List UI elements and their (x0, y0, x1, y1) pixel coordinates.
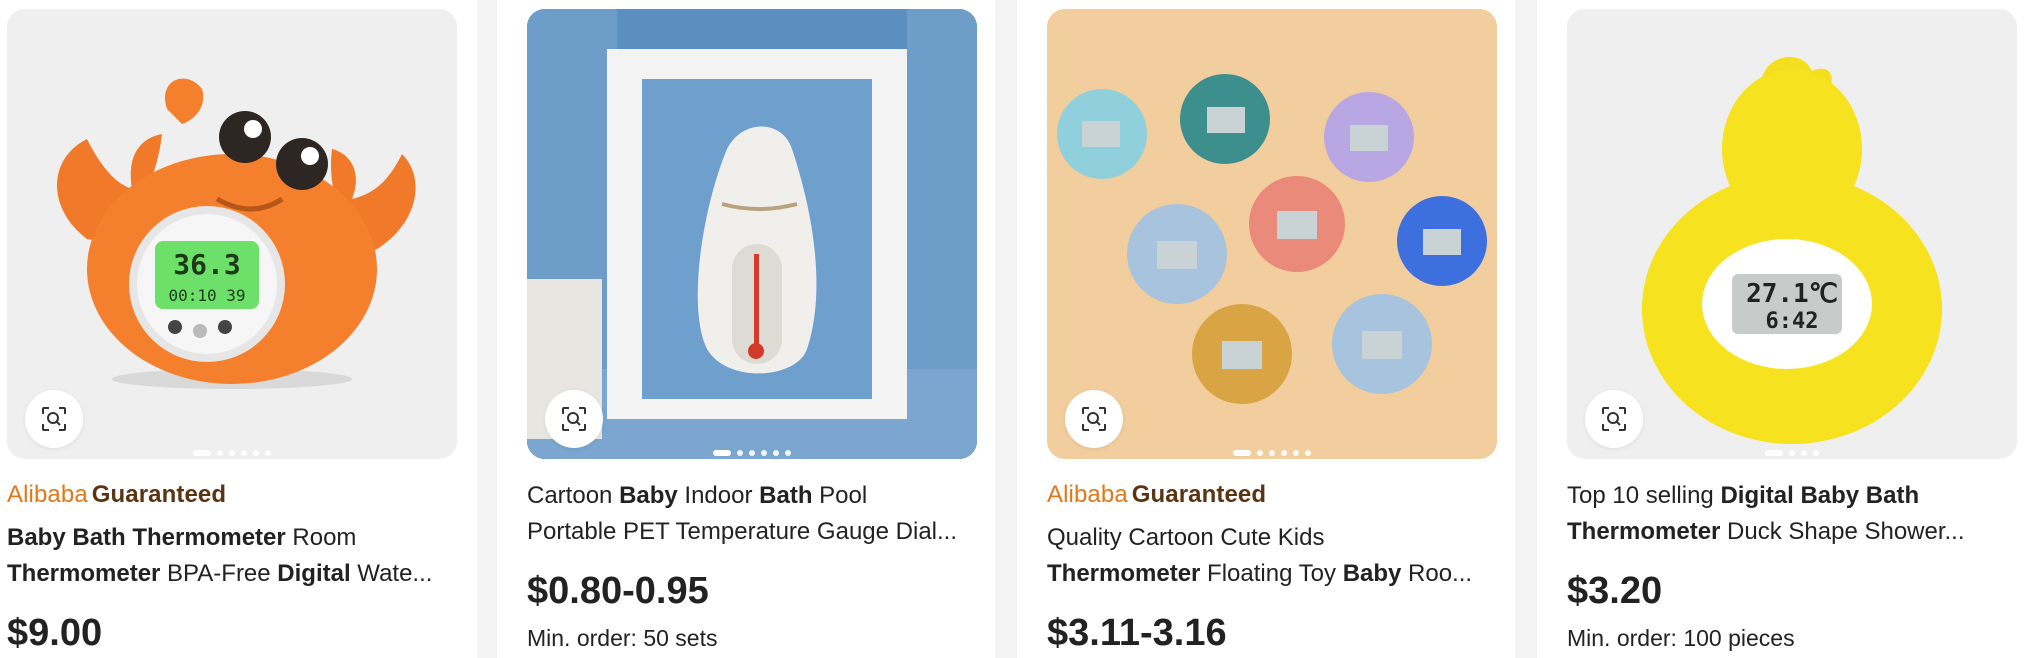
crab-display-time: 00:10 39 (168, 286, 245, 305)
crab-thermometer-illustration: 36.3 00:10 39 (57, 78, 416, 389)
carousel-dot[interactable] (1789, 450, 1795, 456)
product-card[interactable]: Cartoon Baby Indoor Bath Pool Portable P… (497, 0, 995, 658)
carousel-dot[interactable] (1257, 450, 1263, 456)
carousel-dot[interactable] (265, 450, 271, 456)
alibaba-guaranteed-badge: Alibaba Guaranteed (1047, 481, 1267, 508)
product-image[interactable] (527, 9, 977, 459)
carousel-dot[interactable] (1269, 450, 1275, 456)
carousel-dot[interactable] (241, 450, 247, 456)
product-card[interactable]: 36.3 00:10 39 Alibaba Guaranteed Baby Ba… (0, 0, 477, 658)
alibaba-guaranteed-badge: Alibaba Guaranteed (7, 481, 227, 508)
product-image[interactable] (1047, 9, 1497, 459)
carousel-dot[interactable] (737, 450, 743, 456)
product-title[interactable]: Quality Cartoon Cute Kids Thermometer Fl… (1047, 520, 1497, 592)
carousel-dot[interactable] (1305, 450, 1311, 456)
image-search-button[interactable] (25, 390, 83, 448)
carousel-dot[interactable] (713, 450, 731, 456)
image-search-icon (1602, 407, 1626, 431)
product-price: $0.80-0.95 (527, 570, 709, 612)
product-grid: 36.3 00:10 39 Alibaba Guaranteed Baby Ba… (0, 0, 2028, 658)
image-search-button[interactable] (1065, 390, 1123, 448)
carousel-dot[interactable] (193, 450, 211, 456)
carousel-dot[interactable] (253, 450, 259, 456)
carousel-dot[interactable] (1813, 450, 1819, 456)
carousel-dot[interactable] (229, 450, 235, 456)
duck-thermometer-illustration: 27.1℃ 6:42 (1567, 9, 2017, 459)
animal-thermometers-illustration (1047, 9, 1497, 459)
product-price: $3.11-3.16 (1047, 612, 1227, 654)
product-card[interactable]: Alibaba Guaranteed Quality Cartoon Cute K… (1017, 0, 1515, 658)
carousel-dot[interactable] (1281, 450, 1287, 456)
image-search-icon (42, 407, 66, 431)
carousel-dot[interactable] (761, 450, 767, 456)
duck-display-temp: 27.1℃ (1746, 279, 1838, 309)
carousel-dot[interactable] (217, 450, 223, 456)
product-title[interactable]: Baby Bath Thermometer Room Thermometer B… (7, 520, 457, 592)
product-image[interactable]: 27.1℃ 6:42 (1567, 9, 2017, 459)
product-title[interactable]: Top 10 selling Digital Baby Bath Thermom… (1567, 478, 2017, 550)
carousel-dot[interactable] (1801, 450, 1807, 456)
carousel-dots[interactable] (1047, 450, 1497, 456)
product-card[interactable]: 27.1℃ 6:42 Top 10 selling Digital Baby B… (1537, 0, 2028, 658)
carousel-dots[interactable] (7, 450, 457, 456)
carousel-dot[interactable] (1233, 450, 1251, 456)
seal-thermometer-illustration (527, 9, 977, 459)
carousel-dots[interactable] (1567, 450, 2017, 456)
min-order: Min. order: 50 sets (527, 625, 718, 651)
min-order: Min. order: 100 pieces (1567, 625, 1795, 651)
product-title[interactable]: Cartoon Baby Indoor Bath Pool Portable P… (527, 478, 977, 550)
image-search-icon (1082, 407, 1106, 431)
carousel-dots[interactable] (527, 450, 977, 456)
carousel-dot[interactable] (1293, 450, 1299, 456)
image-search-icon (562, 407, 586, 431)
carousel-dot[interactable] (1765, 450, 1783, 456)
duck-display-time: 6:42 (1766, 309, 1819, 334)
carousel-dot[interactable] (773, 450, 779, 456)
carousel-dot[interactable] (749, 450, 755, 456)
product-price: $3.20 (1567, 570, 1663, 612)
product-image[interactable]: 36.3 00:10 39 (7, 9, 457, 459)
image-search-button[interactable] (545, 390, 603, 448)
product-price: $9.00 (7, 612, 103, 654)
crab-display-temp: 36.3 (173, 248, 240, 281)
carousel-dot[interactable] (785, 450, 791, 456)
image-search-button[interactable] (1585, 390, 1643, 448)
